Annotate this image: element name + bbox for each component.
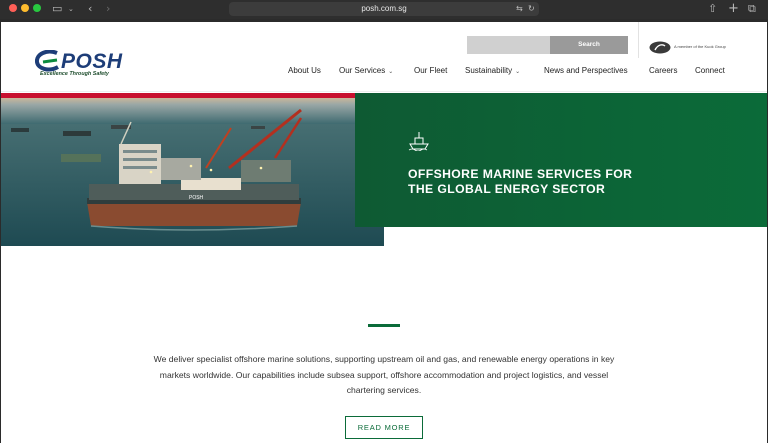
nav-our-services[interactable]: Our Services ⌄: [339, 65, 393, 78]
logo-tagline: Excellence Through Safety: [40, 71, 109, 77]
chevron-down-icon: ⌄: [388, 69, 394, 75]
intro-paragraph: We deliver specialist offshore marine so…: [153, 354, 615, 395]
hero-title: OFFSHORE MARINE SERVICES FOR THE GLOBAL …: [408, 167, 658, 197]
nav-careers[interactable]: Careers: [649, 65, 677, 77]
nav-label: Sustainability: [465, 66, 513, 75]
web-page: POSH Excellence Through Safety Search A …: [1, 22, 767, 443]
browser-toolbar: ▭ ⌄ ‹ › posh.com.sg ⇆ ↻ ⇧ + ⧉: [0, 0, 768, 19]
nav-label: News and Perspectives: [544, 66, 628, 75]
zoom-window-button[interactable]: [33, 4, 41, 12]
sidebar-icon[interactable]: ▭: [52, 2, 62, 16]
hero-vessel-image: POSH: [1, 98, 384, 246]
share-icon[interactable]: ⇧: [708, 2, 717, 16]
tabs-overview-icon[interactable]: ⧉: [748, 2, 756, 16]
header-divider: [638, 22, 639, 58]
kuok-group-text: A member of the Kuok Group: [674, 44, 726, 49]
url-text: posh.com.sg: [361, 4, 407, 13]
ship-icon: [408, 132, 429, 151]
address-bar[interactable]: posh.com.sg ⇆ ↻: [229, 2, 539, 16]
hero-title-line-2: THE GLOBAL ENERGY SECTOR: [408, 182, 606, 196]
nav-label: Our Services: [339, 66, 386, 75]
new-tab-icon[interactable]: +: [728, 2, 739, 15]
nav-label: Careers: [649, 66, 678, 75]
nav-label: About Us: [288, 66, 321, 75]
hero-banner: OFFSHORE MARINE SERVICES FOR THE GLOBAL …: [355, 93, 767, 227]
nav-about-us[interactable]: About Us: [288, 65, 321, 77]
hero-title-line-1: OFFSHORE MARINE SERVICES FOR: [408, 167, 633, 181]
section-accent-line: [368, 324, 400, 327]
minimize-window-button[interactable]: [21, 4, 29, 12]
nav-news-and-perspectives[interactable]: News and Perspectives: [544, 65, 628, 77]
header-divider-line: [1, 91, 767, 92]
nav-label: Our Fleet: [414, 66, 448, 75]
translate-icon[interactable]: ⇆: [516, 2, 523, 16]
close-window-button[interactable]: [9, 4, 17, 12]
chevron-down-icon: ⌄: [515, 69, 521, 75]
back-icon[interactable]: ‹: [88, 2, 92, 16]
nav-our-fleet[interactable]: Our Fleet: [414, 65, 447, 77]
search-button[interactable]: Search: [550, 36, 628, 54]
read-more-button[interactable]: READ MORE: [345, 416, 423, 439]
vessel-name-label: POSH: [189, 195, 204, 201]
chevron-down-icon[interactable]: ⌄: [68, 2, 74, 16]
posh-logo[interactable]: POSH Excellence Through Safety: [35, 50, 135, 82]
kuok-group-logo-icon: [649, 41, 671, 54]
nav-label: Connect: [695, 66, 725, 75]
forward-icon[interactable]: ›: [106, 2, 110, 16]
search-input[interactable]: [467, 36, 550, 54]
reload-icon[interactable]: ↻: [528, 2, 535, 16]
nav-connect[interactable]: Connect: [695, 65, 725, 77]
nav-sustainability[interactable]: Sustainability ⌄: [465, 65, 520, 78]
